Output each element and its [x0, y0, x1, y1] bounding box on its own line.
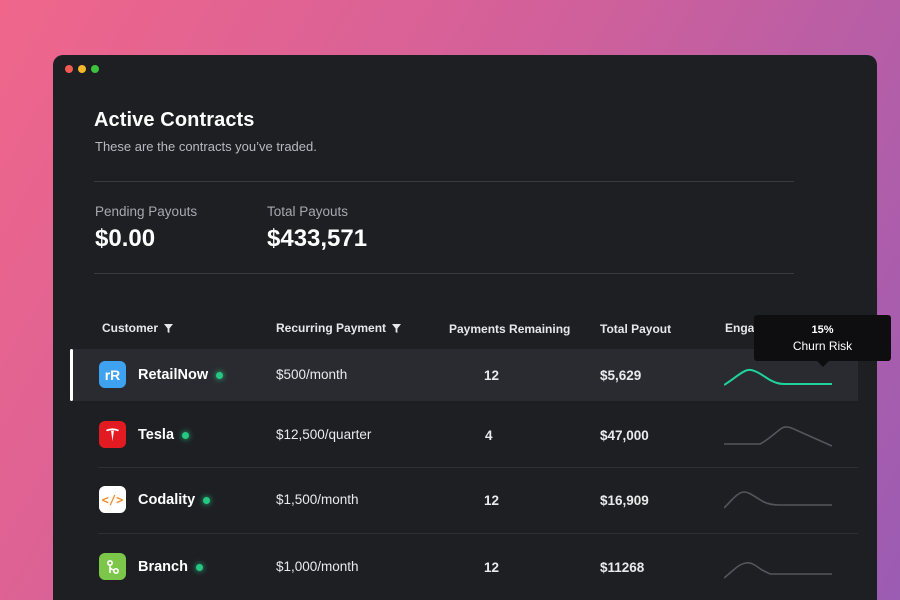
tesla-logo-icon: [99, 421, 126, 448]
customer-name-text: Tesla: [138, 427, 175, 443]
column-header-label: Recurring Payment: [276, 321, 387, 335]
status-active-icon: [182, 431, 190, 439]
filter-icon[interactable]: [164, 323, 174, 333]
selected-row-indicator: [70, 349, 73, 401]
customer-name[interactable]: Tesla: [138, 427, 190, 443]
column-header-label: Payments Remaining: [449, 322, 571, 336]
customer-name[interactable]: RetailNow: [138, 367, 224, 383]
close-window-button[interactable]: [65, 65, 73, 73]
churn-risk-tooltip: 15% Churn Risk: [754, 315, 891, 367]
maximize-window-button[interactable]: [91, 65, 99, 73]
column-header-label: Customer: [102, 321, 159, 335]
total-payout: $11268: [600, 560, 645, 575]
column-header-total-payout[interactable]: Total Payout: [600, 322, 671, 336]
customer-name[interactable]: Codality: [138, 492, 211, 508]
column-header-recurring-payment[interactable]: Recurring Payment: [276, 321, 402, 335]
total-payouts-value: $433,571: [267, 225, 368, 252]
filter-icon[interactable]: [392, 323, 402, 333]
total-payouts-label: Total Payouts: [267, 204, 349, 219]
status-active-icon: [216, 371, 224, 379]
table-row[interactable]: Branch $1,000/month 12 $11268: [71, 540, 858, 592]
recurring-payment: $1,000/month: [276, 559, 359, 574]
engagement-sparkline: [724, 426, 832, 447]
table-row[interactable]: </> Codality $1,500/month 12 $16,909: [71, 474, 858, 526]
codality-logo-icon: </>: [99, 486, 126, 513]
divider: [98, 467, 858, 468]
status-active-icon: [195, 563, 203, 571]
customer-name[interactable]: Branch: [138, 559, 203, 575]
tooltip-value: 15%: [811, 324, 834, 336]
engagement-sparkline: [724, 562, 832, 579]
column-header-customer[interactable]: Customer: [102, 321, 174, 335]
tooltip-label: Churn Risk: [792, 339, 853, 353]
payments-remaining: 12: [484, 368, 500, 383]
table-row[interactable]: rR RetailNow $500/month 12 $5,629: [70, 349, 858, 401]
total-payout: $47,000: [600, 428, 649, 443]
logo-text: rR: [104, 366, 121, 383]
divider: [94, 273, 794, 274]
total-payout: $16,909: [600, 493, 649, 508]
branch-logo-icon: [99, 553, 126, 580]
customer-name-text: Branch: [138, 559, 188, 575]
page-subtitle: These are the contracts you’ve traded.: [95, 139, 317, 154]
customer-name-text: Codality: [138, 492, 196, 508]
retailnow-logo-icon: rR: [99, 361, 126, 388]
payments-remaining: 4: [485, 428, 493, 443]
recurring-payment: $1,500/month: [276, 492, 359, 507]
payments-remaining: 12: [484, 560, 500, 575]
status-active-icon: [203, 496, 211, 504]
engagement-sparkline: [724, 491, 832, 509]
table-row[interactable]: Tesla $12,500/quarter 4 $47,000: [71, 409, 858, 461]
pending-payouts-label: Pending Payouts: [95, 204, 198, 219]
tooltip-arrow: [816, 360, 830, 367]
total-payout: $5,629: [600, 368, 642, 383]
minimize-window-button[interactable]: [78, 65, 86, 73]
customer-name-text: RetailNow: [138, 367, 209, 383]
column-header-label: Total Payout: [600, 322, 672, 336]
pending-payouts-value: $0.00: [95, 225, 156, 252]
divider: [98, 533, 858, 534]
column-header-payments-remaining[interactable]: Payments Remaining: [449, 322, 570, 336]
window-controls: [65, 65, 99, 73]
logo-text: </>: [101, 492, 124, 507]
payments-remaining: 12: [484, 493, 500, 508]
page-title: Active Contracts: [94, 109, 255, 131]
recurring-payment: $500/month: [276, 367, 348, 382]
recurring-payment: $12,500/quarter: [276, 427, 372, 442]
divider: [94, 181, 794, 182]
